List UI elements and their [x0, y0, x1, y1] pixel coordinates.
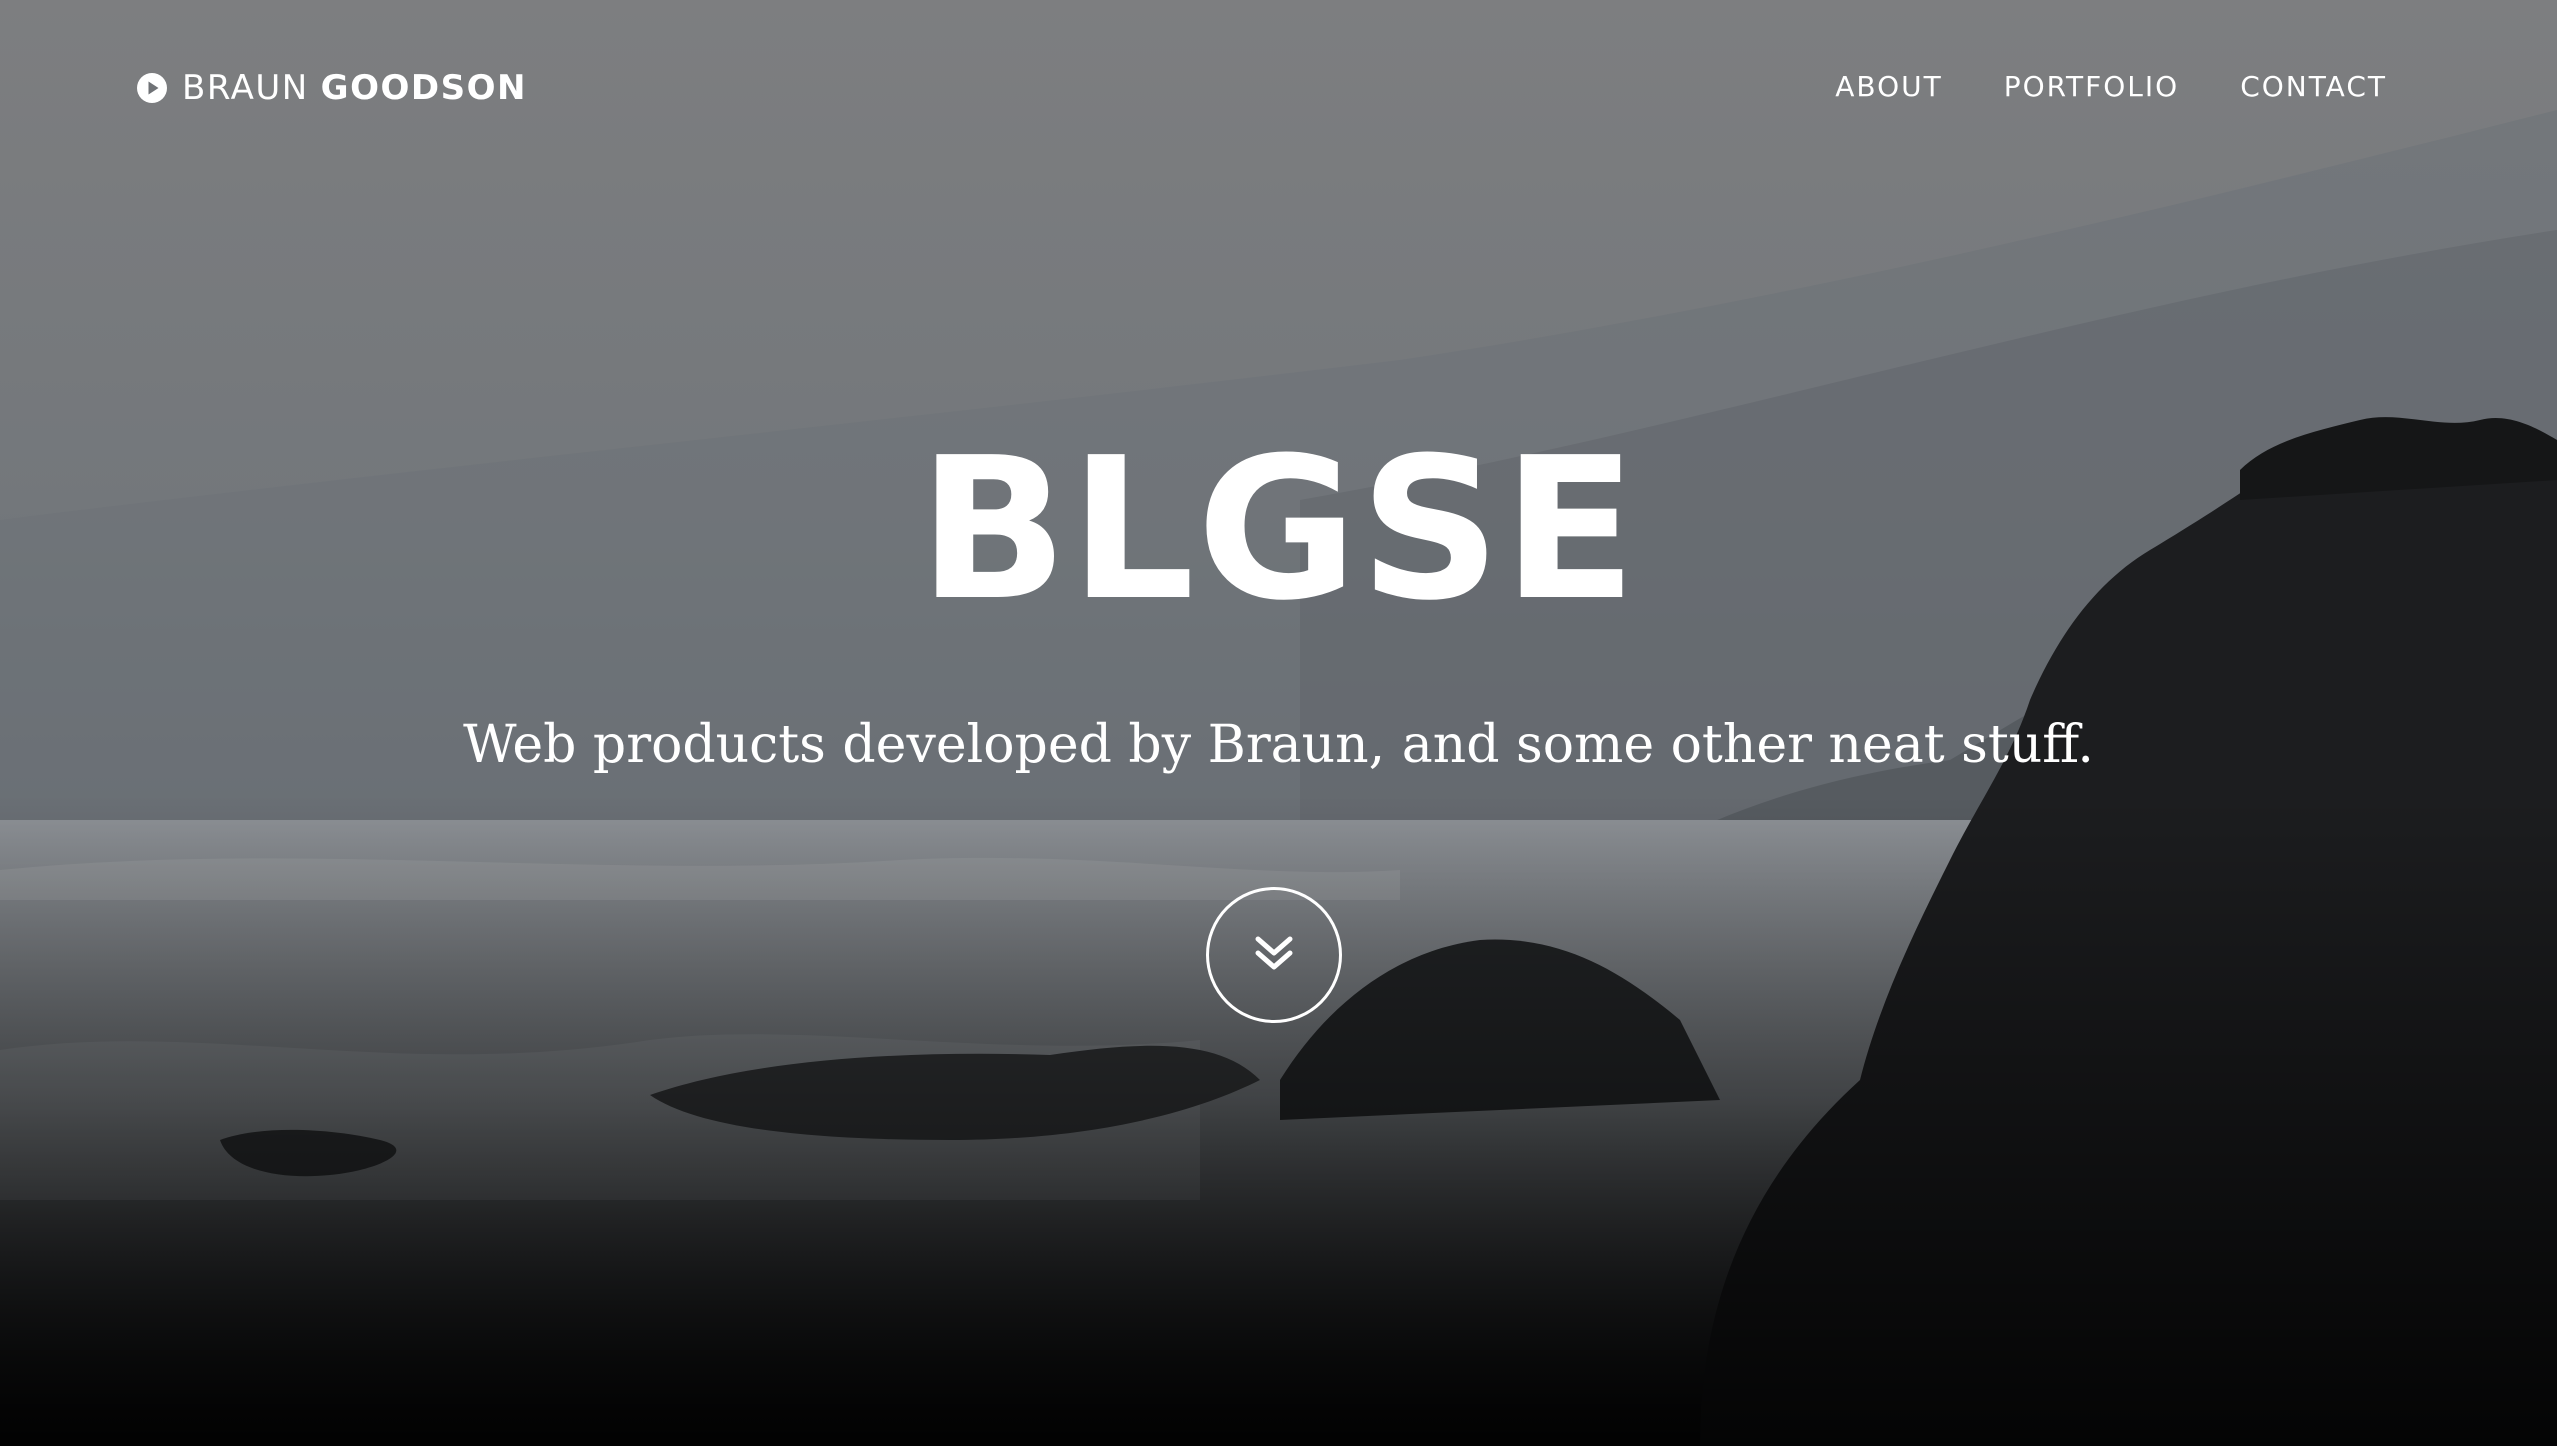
scroll-down-button[interactable] — [1206, 887, 1342, 1023]
hero-tagline: Web products developed by Braun, and som… — [463, 715, 2094, 775]
nav-link-about[interactable]: ABOUT — [1835, 70, 1943, 103]
nav-links: ABOUT PORTFOLIO CONTACT — [1835, 70, 2387, 103]
double-chevron-down-icon — [1248, 927, 1300, 984]
nav-link-portfolio[interactable]: PORTFOLIO — [2004, 70, 2180, 103]
top-navbar: BRAUN GOODSON ABOUT PORTFOLIO CONTACT — [0, 0, 2557, 175]
brand-logo-link[interactable]: BRAUN GOODSON — [136, 66, 527, 110]
nav-link-contact[interactable]: CONTACT — [2240, 70, 2387, 103]
hero-title: BLGSE — [918, 416, 1639, 644]
brand-first-name: BRAUN — [182, 68, 309, 108]
play-circle-icon — [136, 72, 168, 104]
hero-section: BRAUN GOODSON ABOUT PORTFOLIO CONTACT BL… — [0, 0, 2557, 1446]
brand-last-name: GOODSON — [320, 68, 527, 108]
